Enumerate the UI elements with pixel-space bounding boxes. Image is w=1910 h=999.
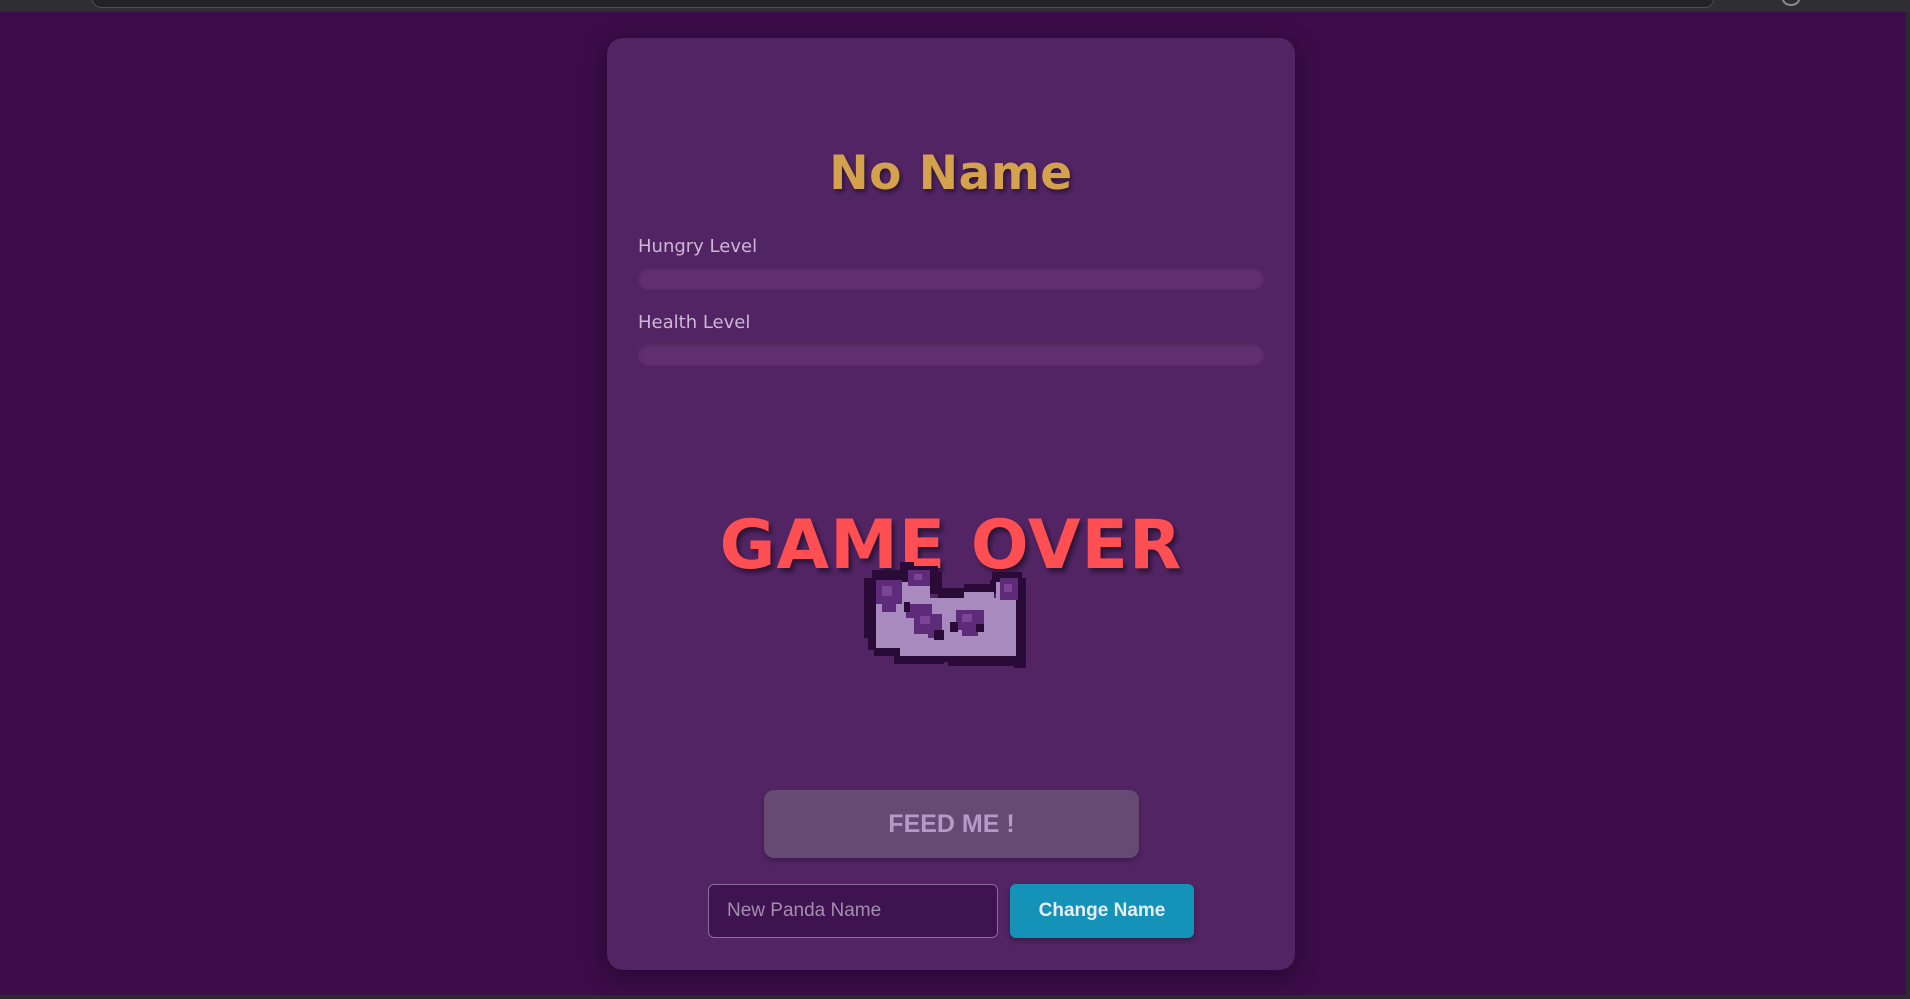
panda-name-input[interactable] <box>708 884 998 938</box>
window-bottom-edge <box>0 995 1910 999</box>
window-edge <box>1906 12 1910 999</box>
change-name-button[interactable]: Change Name <box>1010 884 1194 938</box>
feed-button[interactable]: FEED ME ! <box>764 790 1139 858</box>
dead-panda-icon <box>864 562 1026 668</box>
pet-name-title: No Name <box>829 146 1073 201</box>
browser-toolbar <box>0 0 1910 12</box>
hungry-level-label: Hungry Level <box>638 236 758 257</box>
health-level-label: Health Level <box>638 312 751 333</box>
hungry-level-bar <box>638 268 1264 290</box>
extension-icon[interactable] <box>1782 0 1800 6</box>
address-bar[interactable] <box>92 0 1714 8</box>
pet-card: No Name Hungry Level Health Level GAME O… <box>607 38 1295 970</box>
health-level-bar <box>638 344 1264 366</box>
